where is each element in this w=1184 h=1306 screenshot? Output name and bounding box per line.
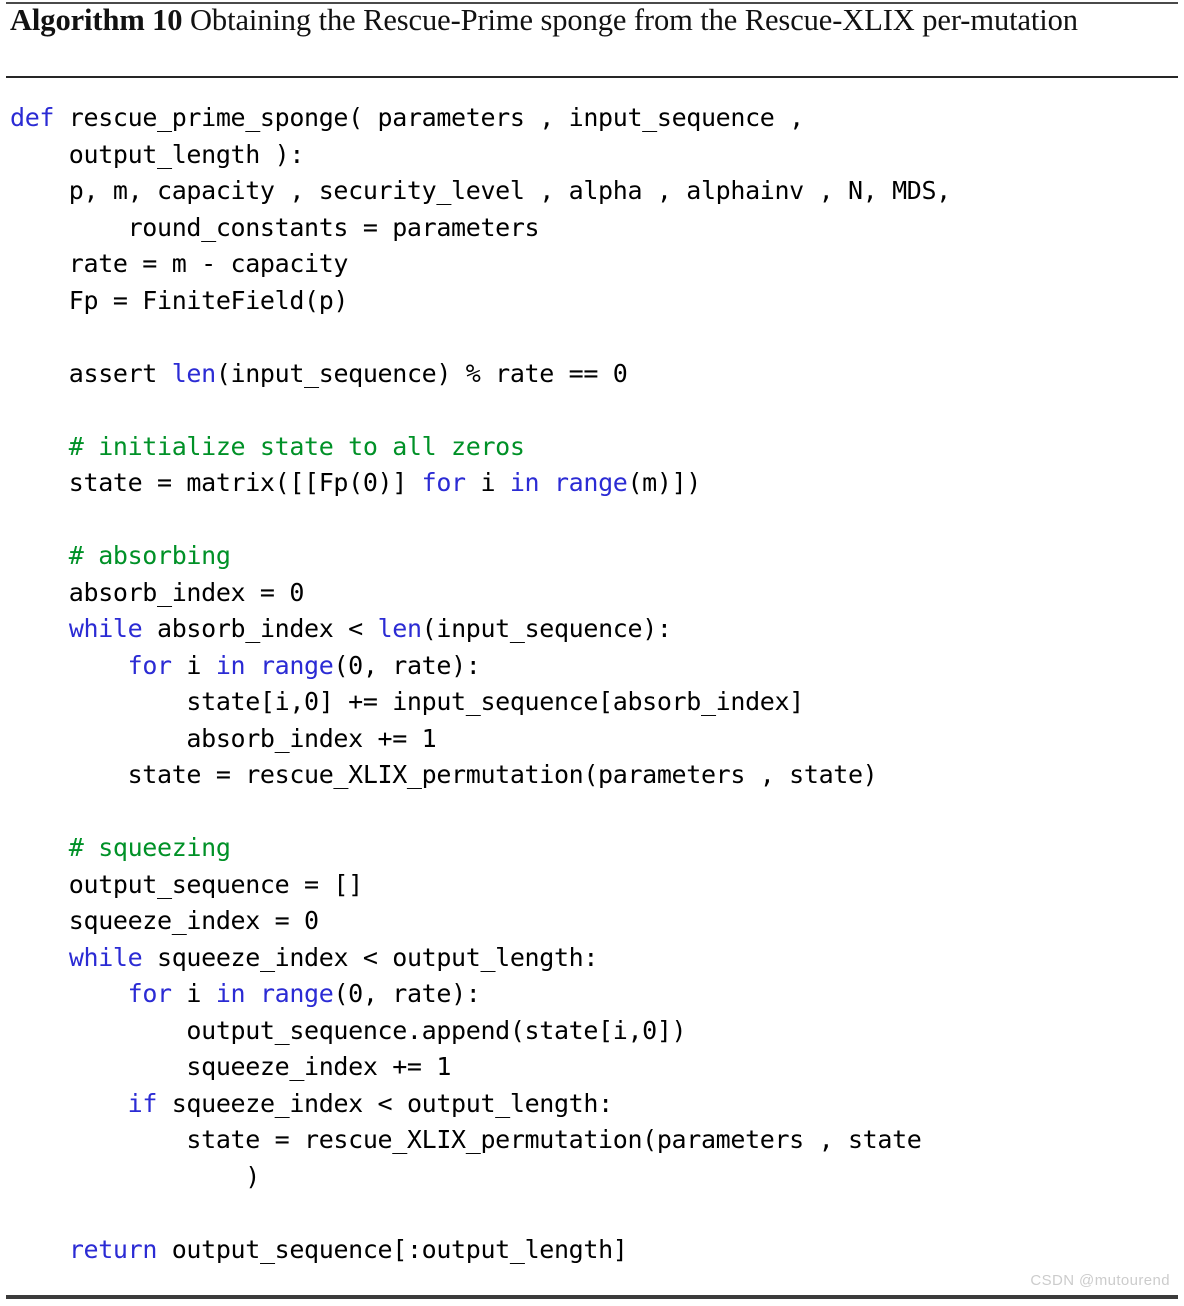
algorithm-caption: Algorithm 10 Obtaining the Rescue-Prime … [10, 2, 1172, 39]
code-line: ) [0, 1159, 1184, 1196]
code-keyword: len [377, 614, 422, 643]
code-line: for i in range(0, rate): [0, 648, 1184, 685]
code-text: squeeze_index < output_length: [157, 1088, 613, 1118]
code-keyword: range [259, 979, 334, 1008]
code-text: rate = m - capacity [10, 249, 349, 278]
code-text: absorb_index < [142, 614, 378, 643]
code-keyword: return [68, 1234, 158, 1264]
code-line: while squeeze_index < output_length: [0, 940, 1184, 977]
caption-rule [6, 76, 1178, 78]
code-keyword: in [509, 468, 540, 497]
code-line: rate = m - capacity [0, 246, 1184, 283]
code-text: (input_sequence) % rate == 0 [215, 358, 628, 388]
code-text: Fp = FiniteField(p) [10, 285, 349, 315]
code-comment: # squeezing [10, 833, 231, 862]
code-keyword: while [68, 942, 143, 972]
code-keyword: in [215, 979, 246, 1008]
code-line: round_constants = parameters [0, 210, 1184, 247]
code-text: output_sequence[:output_length] [157, 1234, 628, 1264]
code-line: output_sequence = [] [0, 867, 1184, 904]
code-keyword: for [127, 979, 172, 1008]
code-line: state = rescue_XLIX_permutation(paramete… [0, 1122, 1184, 1159]
code-line: state[i,0] += input_sequence[absorb_inde… [0, 684, 1184, 721]
code-text: squeeze_index < output_length: [142, 942, 599, 972]
code-text: squeeze_index += 1 [10, 1052, 452, 1081]
code-keyword: range [553, 468, 628, 497]
code-text: output_length ): [10, 139, 305, 169]
code-line: absorb_index = 0 [0, 575, 1184, 612]
code-line: squeeze_index += 1 [0, 1049, 1184, 1086]
code-text: output_sequence.append(state[i,0]) [10, 1015, 687, 1045]
code-keyword: for [127, 650, 172, 680]
code-line: def rescue_prime_sponge( parameters , in… [0, 100, 1184, 137]
code-line: while absorb_index < len(input_sequence)… [0, 611, 1184, 648]
code-keyword: def [10, 103, 55, 132]
algorithm-title-text: Obtaining the Rescue-Prime sponge from t… [190, 3, 1078, 37]
code-line: assert len(input_sequence) % rate == 0 [0, 356, 1184, 393]
code-line: Fp = FiniteField(p) [0, 283, 1184, 320]
code-text: squeeze_index = 0 [10, 906, 319, 935]
code-text: state = rescue_XLIX_permutation(paramete… [10, 1125, 922, 1154]
code-line: # initialize state to all zeros [0, 429, 1184, 466]
code-text: state = rescue_XLIX_permutation(paramete… [10, 760, 878, 789]
code-line: # squeezing [0, 830, 1184, 867]
bottom-rule [6, 1295, 1178, 1299]
code-keyword: for [421, 468, 466, 497]
algorithm-float: Algorithm 10 Obtaining the Rescue-Prime … [0, 0, 1184, 1306]
code-text: assert [10, 358, 172, 388]
code-text: (0, rate): [333, 979, 481, 1008]
code-line: state = matrix([[Fp(0)] for i in range(m… [0, 465, 1184, 502]
code-line: output_sequence.append(state[i,0]) [0, 1013, 1184, 1050]
code-text: (m)]) [627, 468, 701, 497]
code-text: state[i,0] += input_sequence[absorb_inde… [10, 687, 804, 716]
code-text: absorb_index += 1 [10, 723, 437, 753]
code-text: i [171, 650, 216, 680]
code-line: squeeze_index = 0 [0, 903, 1184, 940]
code-text: absorb_index = 0 [10, 577, 305, 607]
code-text: (input_sequence): [421, 614, 672, 643]
code-keyword: len [171, 358, 216, 388]
code-comment: # initialize state to all zeros [10, 431, 525, 461]
algorithm-title: Obtaining the Rescue-Prime sponge from t… [182, 3, 1078, 37]
code-line: if squeeze_index < output_length: [0, 1086, 1184, 1123]
code-text: round_constants = parameters [10, 212, 540, 242]
code-text: i [171, 979, 216, 1008]
code-line: state = rescue_XLIX_permutation(paramete… [0, 757, 1184, 794]
code-line: absorb_index += 1 [0, 721, 1184, 758]
code-keyword: range [259, 650, 334, 680]
code-text: rescue_prime_sponge( parameters , input_… [54, 103, 804, 132]
code-keyword: if [127, 1088, 158, 1118]
code-text: p, m, capacity , security_level , alpha … [10, 176, 951, 205]
code-line: # absorbing [0, 538, 1184, 575]
code-listing: def rescue_prime_sponge( parameters , in… [0, 100, 1184, 1268]
code-line: output_length ): [0, 137, 1184, 174]
code-text: output_sequence = [] [10, 869, 363, 899]
watermark: CSDN @mutourend [1030, 1272, 1170, 1289]
code-text: state = matrix([[Fp(0)] [10, 468, 422, 497]
code-keyword: while [68, 614, 143, 643]
code-text: (0, rate): [333, 650, 481, 680]
code-line: p, m, capacity , security_level , alpha … [0, 173, 1184, 210]
code-keyword: in [215, 650, 246, 680]
code-line: return output_sequence[:output_length] [0, 1232, 1184, 1269]
code-text: i [465, 468, 510, 497]
code-line: for i in range(0, rate): [0, 976, 1184, 1013]
algorithm-label: Algorithm 10 [10, 3, 183, 37]
code-text: ) [10, 1161, 260, 1191]
code-comment: # absorbing [10, 541, 231, 570]
